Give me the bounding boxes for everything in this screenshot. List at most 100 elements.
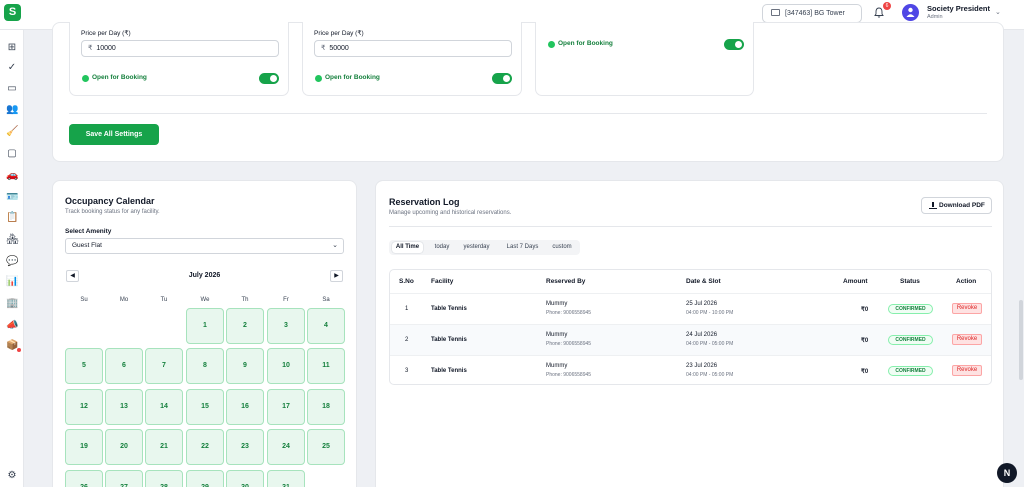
filter-tab[interactable]: today [428,242,456,253]
calendar-day[interactable]: 29 [186,470,224,487]
chat-icon[interactable]: 💬 [6,256,18,267]
monitor-icon[interactable]: ▭ [6,83,18,94]
calendar-day[interactable]: 16 [226,389,264,425]
filter-tab[interactable]: yesterday [458,242,495,253]
row-sno: 3 [405,368,409,374]
calendar-day[interactable]: 22 [186,429,224,465]
booking-toggle-1[interactable] [259,73,279,84]
calendar-day[interactable]: 8 [186,348,224,384]
reservation-subtitle: Manage upcoming and historical reservati… [389,210,512,216]
revoke-button[interactable]: Revoke [952,303,982,314]
calendar-day[interactable]: 4 [307,308,345,344]
calendar-day[interactable]: 7 [145,348,183,384]
chevron-down-icon: ⌄ [332,242,338,249]
revoke-button[interactable]: Revoke [952,334,982,345]
amenity-select[interactable]: Guest Flat ⌄ [65,238,344,254]
society-selector[interactable]: [347463] BG Tower [762,4,862,23]
calendar-day[interactable]: 12 [65,389,103,425]
table-row: 2 Table Tennis Mummy Phone: 9006558945 24 Ju… [390,324,991,355]
calendar-day[interactable]: 23 [226,429,264,465]
divider [69,113,987,114]
booking-toggle-3[interactable] [724,39,744,50]
users-icon[interactable]: 👥 [6,104,18,115]
next-devtools-button[interactable]: N [997,463,1017,483]
chevron-down-icon[interactable]: ⌄ [995,8,1001,16]
price-input-1[interactable]: ₹ 10000 [81,40,279,57]
download-label: Download PDF [939,202,985,209]
calendar-day[interactable]: 14 [145,389,183,425]
weekday-label: Su [80,297,88,303]
user-icon [906,7,915,17]
reservation-date: 23 Jul 2026 [686,363,718,369]
app-logo[interactable]: S [4,4,21,21]
calendar-day[interactable]: 24 [267,429,305,465]
amenity-card-3: Open for Booking [535,22,754,96]
booking-toggle-2[interactable] [492,73,512,84]
building-icon[interactable]: 🏢 [6,298,18,309]
save-all-settings-button[interactable]: Save All Settings [69,124,159,145]
calendar-day[interactable]: 31 [267,470,305,487]
calendar-day[interactable]: 6 [105,348,143,384]
calendar-day[interactable]: 30 [226,470,264,487]
calendar-day[interactable]: 13 [105,389,143,425]
megaphone-icon[interactable]: 📣 [6,320,18,331]
scrollbar[interactable] [1019,300,1023,380]
price-input-2[interactable]: ₹ 50000 [314,40,512,57]
tv-icon[interactable]: ▢ [6,148,18,159]
download-pdf-button[interactable]: Download PDF [921,197,992,214]
car-icon[interactable]: 🚗 [6,170,18,181]
reservation-slot: 04:00 PM - 05:00 PM [686,341,734,347]
row-sno: 2 [405,337,409,343]
clipboard-icon[interactable]: 📋 [6,212,18,223]
open-for-booking-label: Open for Booking [82,74,147,82]
grid-icon[interactable]: ⊞ [6,42,18,53]
filter-tab[interactable]: Last 7 Days [499,242,546,253]
calendar-day[interactable]: 25 [307,429,345,465]
facility-name: Table Tennis [431,368,467,374]
calendar-day[interactable]: 11 [307,348,345,384]
amount: ₹0 [861,369,869,375]
calendar-day[interactable]: 9 [226,348,264,384]
chart-icon[interactable]: 📊 [6,276,18,287]
calendar-day[interactable]: 5 [65,348,103,384]
id-card-icon[interactable]: 🪪 [6,192,18,203]
weekday-label: Th [241,297,249,303]
calendar-day[interactable]: 27 [105,470,143,487]
broom-icon[interactable]: 🧹 [6,126,18,137]
table-row: 3 Table Tennis Mummy Phone: 9006558945 23 Ju… [390,355,991,384]
calendar-day[interactable]: 19 [65,429,103,465]
next-month-button[interactable]: ▶ [330,270,343,282]
calendar-day[interactable]: 15 [186,389,224,425]
calendar-day[interactable]: 10 [267,348,305,384]
clubhouse-icon[interactable]: 🏘 [6,234,19,245]
column-header: S.No [399,278,414,285]
reserved-by-phone: Phone: 9006558945 [546,341,592,347]
check-icon[interactable]: ✓ [6,62,18,73]
divider [389,226,992,227]
open-for-booking-label: Open for Booking [315,74,380,82]
calendar-day[interactable]: 17 [267,389,305,425]
calendar-day[interactable]: 20 [105,429,143,465]
bell-icon[interactable] [874,7,884,18]
calendar-day[interactable]: 21 [145,429,183,465]
column-header: Action [956,278,977,285]
calendar-day[interactable]: 1 [186,308,224,344]
revoke-button[interactable]: Revoke [952,365,982,376]
weekday-label: Sa [322,297,330,303]
amount: ₹0 [861,307,869,313]
calendar-day[interactable]: 28 [145,470,183,487]
calendar-day[interactable]: 26 [65,470,103,487]
calendar-day[interactable]: 3 [267,308,305,344]
month-label: July 2026 [188,272,221,279]
row-sno: 1 [405,306,409,312]
filter-tab[interactable]: All Time [392,242,423,253]
sidebar: ⊞ ✓ ▭ 👥 🧹 ▢ 🚗 🪪 📋 🏘 💬 📊 🏢 📣 📦 ⚙ [0,30,24,487]
avatar[interactable] [902,4,919,21]
calendar-day[interactable]: 2 [226,308,264,344]
building-icon [771,9,780,16]
filter-tab[interactable]: custom [547,242,577,253]
calendar-day[interactable]: 18 [307,389,345,425]
column-header: Status [900,278,920,285]
reserved-by-name: Mummy [546,301,568,307]
settings-icon[interactable]: ⚙ [6,470,18,481]
